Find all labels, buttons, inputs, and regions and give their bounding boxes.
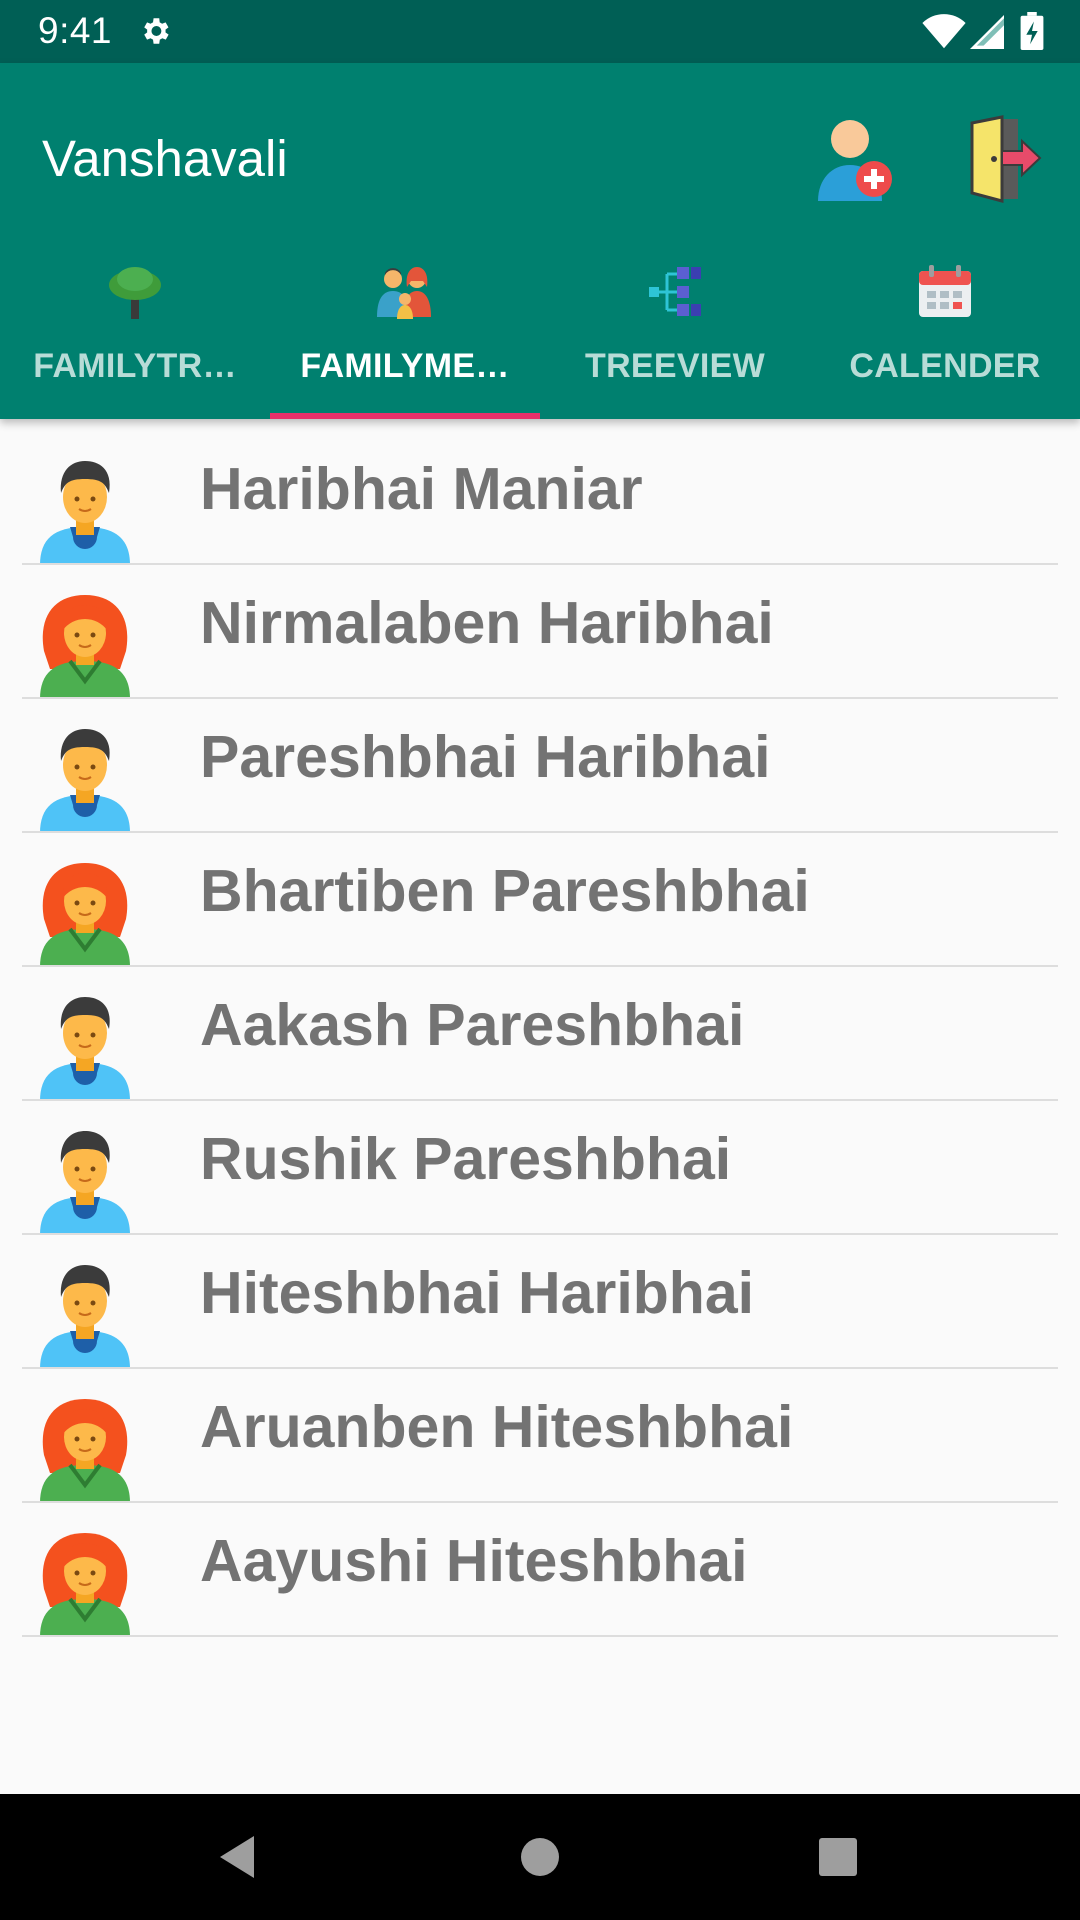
member-name: Nirmalaben Haribhai [200, 590, 774, 656]
member-row[interactable]: Rushik Pareshbhai [0, 1101, 1080, 1235]
recents-icon[interactable] [813, 1832, 863, 1882]
home-icon[interactable] [515, 1832, 565, 1882]
tab-label: TREEVIEW [585, 347, 765, 385]
app-title: Vanshavali [42, 130, 288, 187]
female-avatar-icon [40, 595, 130, 699]
member-row[interactable]: Haribhai Maniar [0, 431, 1080, 565]
tab-calender[interactable]: CALENDER [810, 241, 1080, 419]
male-avatar-icon [40, 461, 130, 565]
female-avatar-icon [40, 1533, 130, 1637]
member-name: Aruanben Hiteshbhai [200, 1394, 794, 1460]
active-tab-indicator [270, 413, 540, 419]
family-icon [377, 267, 431, 319]
male-avatar-icon [40, 1131, 130, 1235]
member-name: Aayushi Hiteshbhai [200, 1528, 748, 1594]
calendar-icon [919, 265, 971, 317]
member-name: Hiteshbhai Haribhai [200, 1260, 755, 1326]
member-row[interactable]: Aruanben Hiteshbhai [0, 1369, 1080, 1503]
gear-icon [144, 18, 169, 44]
male-avatar-icon [40, 997, 130, 1101]
add-member-icon[interactable] [816, 113, 896, 203]
tab-label: FAMILYME… [300, 347, 510, 385]
member-name: Haribhai Maniar [200, 456, 643, 522]
member-list: Haribhai Maniar Nirmalaben Haribhai Pare… [0, 431, 1080, 1637]
member-row[interactable]: Aayushi Hiteshbhai [0, 1503, 1080, 1637]
app-bar: Vanshavali FAMILYTR… FAMILYME… TREEVIEW … [0, 63, 1080, 419]
member-name: Bhartiben Pareshbhai [200, 858, 810, 924]
tab-treeview[interactable]: TREEVIEW [540, 241, 810, 419]
member-row[interactable]: Pareshbhai Haribhai [0, 699, 1080, 833]
female-avatar-icon [40, 863, 130, 967]
tab-familytree[interactable]: FAMILYTR… [0, 241, 270, 419]
tree-icon [109, 267, 161, 319]
member-row[interactable]: Hiteshbhai Haribhai [0, 1235, 1080, 1369]
male-avatar-icon [40, 1265, 130, 1369]
member-row[interactable]: Nirmalaben Haribhai [0, 565, 1080, 699]
signal-icon [970, 15, 1004, 49]
wifi-icon [922, 14, 966, 49]
tab-label: CALENDER [849, 347, 1041, 385]
member-name: Aakash Pareshbhai [200, 992, 745, 1058]
tab-familymembers[interactable]: FAMILYME… [270, 241, 540, 419]
back-icon[interactable] [214, 1832, 264, 1882]
battery-icon [1020, 12, 1044, 50]
tab-label: FAMILYTR… [33, 347, 237, 385]
member-row[interactable]: Aakash Pareshbhai [0, 967, 1080, 1101]
status-time: 9:41 [38, 10, 113, 51]
member-row[interactable]: Bhartiben Pareshbhai [0, 833, 1080, 967]
tab-bar: FAMILYTR… FAMILYME… TREEVIEW CALENDER [0, 241, 1080, 419]
member-name: Pareshbhai Haribhai [200, 724, 771, 790]
system-nav-bar [0, 1794, 1080, 1920]
tree-diagram-icon [649, 267, 701, 316]
status-bar: 9:41 [0, 0, 1080, 63]
member-name: Rushik Pareshbhai [200, 1126, 732, 1192]
logout-door-icon[interactable] [966, 113, 1042, 203]
row-divider [22, 1635, 1058, 1637]
female-avatar-icon [40, 1399, 130, 1503]
male-avatar-icon [40, 729, 130, 833]
